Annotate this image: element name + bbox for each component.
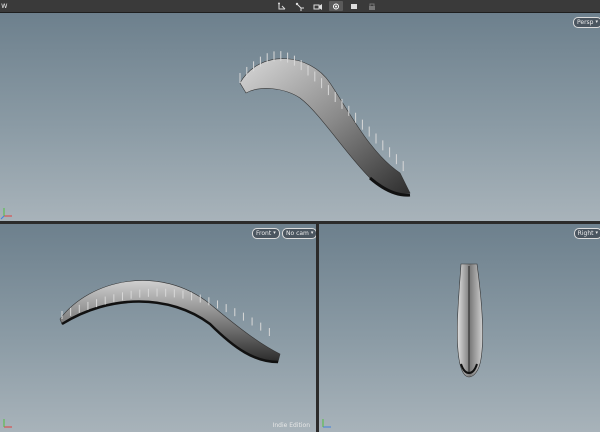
lock-icon[interactable] [365, 1, 379, 11]
front-viewport[interactable]: Front ▾ No cam ▾ Indie Edition [0, 224, 316, 432]
axis-gizmo [319, 416, 333, 430]
right-spine-model [456, 263, 483, 378]
snap-tool-icon[interactable] [293, 1, 307, 11]
viewport-tool-group [275, 1, 379, 11]
axis-gizmo [0, 416, 14, 430]
right-viewport[interactable]: Right ▾ [319, 224, 600, 432]
view-tool-icon[interactable] [329, 1, 343, 11]
persp-spine-model [239, 51, 411, 197]
front-spine-model [59, 280, 281, 364]
perspective-viewport[interactable]: Persp ▾ [0, 13, 600, 221]
axis-gizmo [0, 205, 14, 220]
display-icon[interactable] [347, 1, 361, 11]
camera-tool-icon[interactable] [311, 1, 325, 11]
top-toolbar: w [0, 0, 600, 13]
edition-watermark: Indie Edition [272, 422, 310, 429]
toolbar-menu-fragment[interactable]: w [1, 0, 8, 12]
handle-tool-icon[interactable] [275, 1, 289, 11]
